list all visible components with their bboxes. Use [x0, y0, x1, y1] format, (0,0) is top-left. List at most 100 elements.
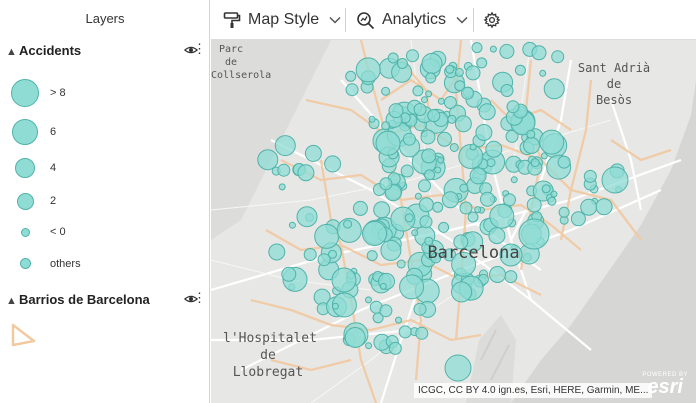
accident-marker[interactable]	[489, 203, 515, 229]
accident-marker[interactable]	[420, 129, 436, 145]
accident-marker[interactable]	[331, 267, 357, 293]
accident-marker[interactable]	[467, 211, 479, 223]
accident-marker[interactable]	[362, 221, 387, 246]
accident-marker[interactable]	[366, 250, 378, 262]
accident-marker[interactable]	[344, 327, 366, 348]
accident-marker[interactable]	[425, 90, 433, 98]
accident-marker[interactable]	[601, 166, 629, 194]
accident-marker[interactable]	[402, 132, 416, 146]
accident-marker[interactable]	[432, 201, 444, 213]
accident-marker[interactable]	[421, 148, 437, 164]
accident-marker[interactable]	[445, 64, 455, 74]
accident-marker[interactable]	[437, 131, 452, 147]
accident-marker[interactable]	[388, 341, 402, 355]
accident-marker[interactable]	[558, 206, 570, 218]
accident-marker[interactable]	[489, 45, 497, 53]
accident-marker[interactable]	[478, 103, 496, 121]
accident-marker[interactable]	[396, 58, 408, 69]
accident-marker[interactable]	[421, 52, 443, 74]
accident-marker[interactable]	[543, 78, 565, 100]
accident-marker[interactable]	[506, 100, 520, 114]
more-options-icon[interactable]: ⋮	[193, 42, 206, 56]
accident-marker[interactable]	[373, 201, 391, 219]
map-style-button[interactable]: Map Style	[223, 0, 341, 40]
accident-marker[interactable]	[296, 206, 318, 228]
accident-marker[interactable]	[503, 193, 516, 207]
accident-marker[interactable]	[595, 198, 613, 216]
accident-marker[interactable]	[331, 302, 339, 310]
accident-marker[interactable]	[499, 43, 515, 59]
accident-marker[interactable]	[541, 184, 551, 194]
accident-marker[interactable]	[379, 304, 393, 318]
accident-marker[interactable]	[447, 114, 457, 124]
accident-marker[interactable]	[281, 266, 297, 282]
accident-marker[interactable]	[489, 266, 506, 283]
accident-marker[interactable]	[461, 86, 474, 100]
accident-marker[interactable]	[304, 144, 322, 162]
accident-marker[interactable]	[317, 253, 331, 267]
accident-marker[interactable]	[288, 221, 296, 229]
accident-marker[interactable]	[425, 72, 437, 84]
accident-marker[interactable]	[550, 190, 558, 198]
accident-marker[interactable]	[441, 191, 459, 209]
accident-marker[interactable]	[343, 219, 353, 229]
accident-marker[interactable]	[480, 191, 495, 207]
accident-marker[interactable]	[418, 197, 434, 213]
accident-marker[interactable]	[443, 96, 457, 109]
accident-marker[interactable]	[531, 45, 547, 61]
accident-marker[interactable]	[388, 103, 404, 119]
chevron-up-icon[interactable]: ▲	[6, 295, 17, 307]
accident-marker[interactable]	[526, 197, 542, 213]
accident-marker[interactable]	[314, 223, 340, 249]
accident-marker[interactable]	[381, 86, 391, 96]
accident-marker[interactable]	[381, 121, 391, 131]
analytics-button[interactable]: Analytics	[356, 0, 468, 40]
map-view[interactable]: Parc de Collserola Sant Adrià de Besòs B…	[211, 40, 696, 403]
accident-marker[interactable]	[387, 52, 399, 64]
accident-marker[interactable]	[444, 354, 472, 382]
accident-marker[interactable]	[418, 179, 431, 193]
accident-marker[interactable]	[297, 164, 315, 182]
accident-marker[interactable]	[434, 166, 442, 174]
accident-marker[interactable]	[278, 183, 286, 191]
layer-group-accidents[interactable]: ▲ Accidents ⋮	[6, 42, 206, 62]
accident-marker[interactable]	[580, 198, 598, 216]
accident-marker[interactable]	[406, 49, 419, 63]
accident-marker[interactable]	[412, 85, 424, 97]
accident-marker[interactable]	[365, 342, 373, 350]
accident-marker[interactable]	[475, 124, 493, 141]
accident-marker[interactable]	[437, 156, 445, 164]
accident-marker[interactable]	[413, 302, 427, 316]
accident-marker[interactable]	[324, 155, 342, 173]
accident-marker[interactable]	[414, 192, 422, 200]
accident-marker[interactable]	[396, 259, 406, 269]
accident-marker[interactable]	[415, 326, 429, 340]
layer-group-barrios[interactable]: ▲ Barrios de Barcelona ⋮	[6, 291, 206, 311]
chevron-up-icon[interactable]: ▲	[6, 46, 17, 58]
accident-marker[interactable]	[345, 83, 359, 97]
accident-marker[interactable]	[399, 274, 425, 300]
map-attribution[interactable]: ICGC, CC BY 4.0 ign.es, Esri, HERE, Garm…	[414, 383, 653, 398]
accident-marker[interactable]	[277, 163, 291, 177]
accident-marker[interactable]	[375, 130, 401, 156]
accident-marker[interactable]	[523, 137, 540, 154]
accident-marker[interactable]	[459, 183, 469, 193]
accident-marker[interactable]	[352, 200, 368, 216]
accident-marker[interactable]	[469, 167, 487, 185]
accident-marker[interactable]	[449, 143, 459, 152]
accident-marker[interactable]	[504, 270, 518, 284]
accident-marker[interactable]	[379, 282, 387, 290]
accident-marker[interactable]	[398, 325, 412, 339]
esri-logo[interactable]: POWERED BY esri	[642, 372, 688, 397]
accident-marker[interactable]	[438, 221, 450, 233]
more-options-icon[interactable]: ⋮	[193, 291, 206, 305]
accident-marker[interactable]	[395, 316, 402, 324]
accident-marker[interactable]	[257, 149, 279, 171]
accident-marker[interactable]	[413, 103, 427, 116]
accident-marker[interactable]	[526, 129, 536, 139]
accident-marker[interactable]	[551, 50, 565, 64]
accident-marker[interactable]	[365, 296, 372, 304]
accident-marker[interactable]	[547, 196, 557, 206]
accident-marker[interactable]	[465, 65, 481, 81]
settings-button[interactable]	[483, 0, 501, 40]
